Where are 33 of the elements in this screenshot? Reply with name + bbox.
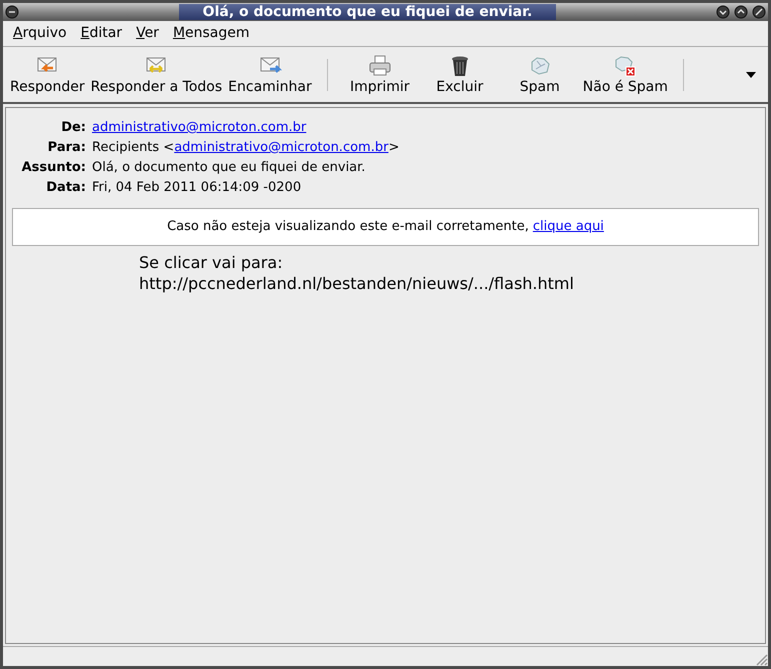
notice-text: Caso não esteja visualizando este e-mail corretamente, bbox=[167, 218, 529, 236]
header-label: Data: bbox=[45, 179, 86, 197]
header-value: > bbox=[388, 139, 400, 157]
toolbar-button[interactable]: Encaminhar bbox=[225, 54, 315, 96]
menu-item[interactable]: Mensagem bbox=[172, 23, 250, 44]
printer-icon bbox=[368, 54, 392, 78]
email-link[interactable]: administrativo@microton.com.br bbox=[174, 138, 388, 158]
toolbar-button[interactable]: Responder a Todos bbox=[88, 54, 226, 96]
link-hint-text: http://pccnederland.nl/bestanden/nieuws/.../flash.html bbox=[139, 273, 575, 294]
close-icon[interactable] bbox=[752, 5, 766, 19]
email-link[interactable]: administrativo@microton.com.br bbox=[92, 118, 306, 138]
header-value: Olá, o documento que eu fiquei de enviar. bbox=[92, 159, 366, 177]
menu-icon[interactable] bbox=[5, 5, 19, 19]
window-title: Olá, o documento que eu fiquei de enviar. bbox=[178, 4, 556, 20]
dropdown-arrow-icon[interactable] bbox=[746, 72, 756, 78]
toolbar-button[interactable]: Não é Spam bbox=[580, 54, 671, 96]
header-label: De: bbox=[60, 119, 86, 137]
menu-item[interactable]: Arquivo bbox=[13, 23, 67, 44]
maximize-icon[interactable] bbox=[734, 5, 748, 19]
toolbar-button[interactable]: Spam bbox=[500, 54, 580, 96]
toolbar-button[interactable]: Responder bbox=[7, 54, 88, 96]
toolbar-button[interactable]: Excluir bbox=[420, 54, 500, 96]
notice-link[interactable]: clique aqui bbox=[532, 217, 604, 237]
header-label: Para: bbox=[46, 139, 86, 157]
resize-grip-icon[interactable] bbox=[754, 652, 768, 666]
minimize-icon[interactable] bbox=[716, 5, 730, 19]
header-label: Assunto: bbox=[20, 159, 86, 177]
toolbar-button[interactable]: Imprimir bbox=[340, 54, 420, 96]
header-value: Recipients < bbox=[92, 139, 174, 157]
menu-item[interactable]: Editar bbox=[80, 23, 122, 44]
menu-item[interactable]: Ver bbox=[136, 23, 159, 44]
header-value: Fri, 04 Feb 2011 06:14:09 -0200 bbox=[92, 179, 302, 197]
link-hint-text: Se clicar vai para: bbox=[139, 252, 284, 273]
